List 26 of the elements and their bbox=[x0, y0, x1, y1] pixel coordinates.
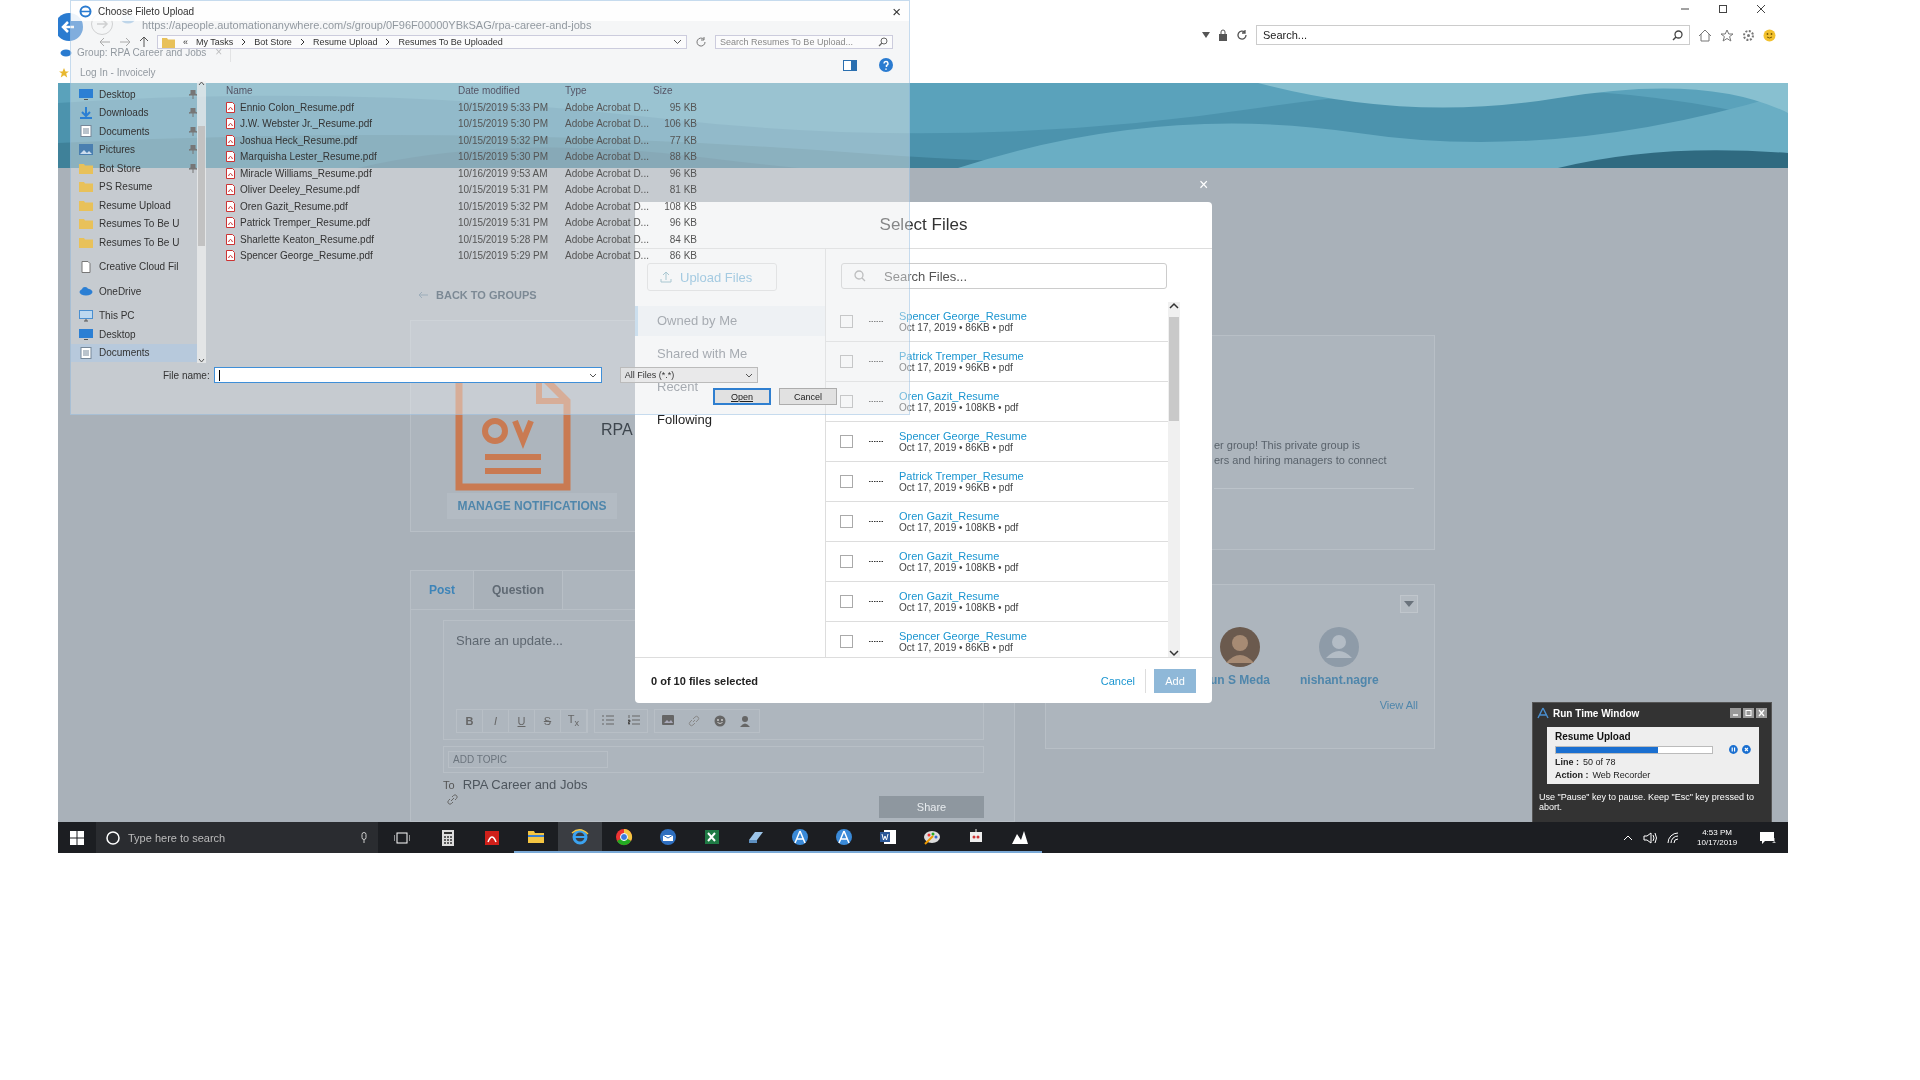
file-details: Oct 17, 2019 • 96KB • pdf bbox=[899, 482, 1013, 493]
to-label: To bbox=[443, 779, 455, 791]
group-name: RPA bbox=[601, 421, 633, 439]
file-details: Oct 17, 2019 • 86KB • pdf bbox=[899, 442, 1013, 453]
action-label: Action : bbox=[1555, 770, 1589, 780]
line-value: 50 of 78 bbox=[1583, 757, 1616, 767]
file-details: Oct 17, 2019 • 108KB • pdf bbox=[899, 402, 1019, 413]
hint-text: Use "Pause" key to pause. Keep "Esc" key pressed to abort. bbox=[1539, 792, 1755, 812]
update-placeholder: Share an update... bbox=[456, 633, 563, 648]
file-details: Oct 17, 2019 • 108KB • pdf bbox=[899, 562, 1019, 573]
file-details: Oct 17, 2019 • 108KB • pdf bbox=[899, 522, 1019, 533]
window-title: Run Time Window bbox=[1553, 707, 1640, 719]
recipient-group: RPA Career and Jobs bbox=[462, 777, 588, 792]
dialog-title: Select Files bbox=[879, 215, 968, 235]
task-name: Resume Upload bbox=[1555, 731, 1632, 742]
line-label: Line : bbox=[1555, 757, 1579, 767]
selection-count: 0 of 10 files selected bbox=[651, 674, 759, 687]
dialog-title: Choose Fileto Upload bbox=[98, 5, 195, 17]
file-name-label: File name: bbox=[163, 369, 210, 381]
description-text: er group! This private group is bbox=[1214, 438, 1361, 453]
file-details: Oct 17, 2019 • 86KB • pdf bbox=[899, 642, 1013, 653]
file-details: Oct 17, 2019 • 96KB • pdf bbox=[899, 362, 1013, 373]
file-details: Oct 17, 2019 • 86KB • pdf bbox=[899, 322, 1013, 333]
description-text: ers and hiring managers to connect bbox=[1214, 453, 1388, 468]
action-value: Web Recorder bbox=[1592, 770, 1651, 780]
file-details: Oct 17, 2019 • 108KB • pdf bbox=[899, 602, 1019, 613]
